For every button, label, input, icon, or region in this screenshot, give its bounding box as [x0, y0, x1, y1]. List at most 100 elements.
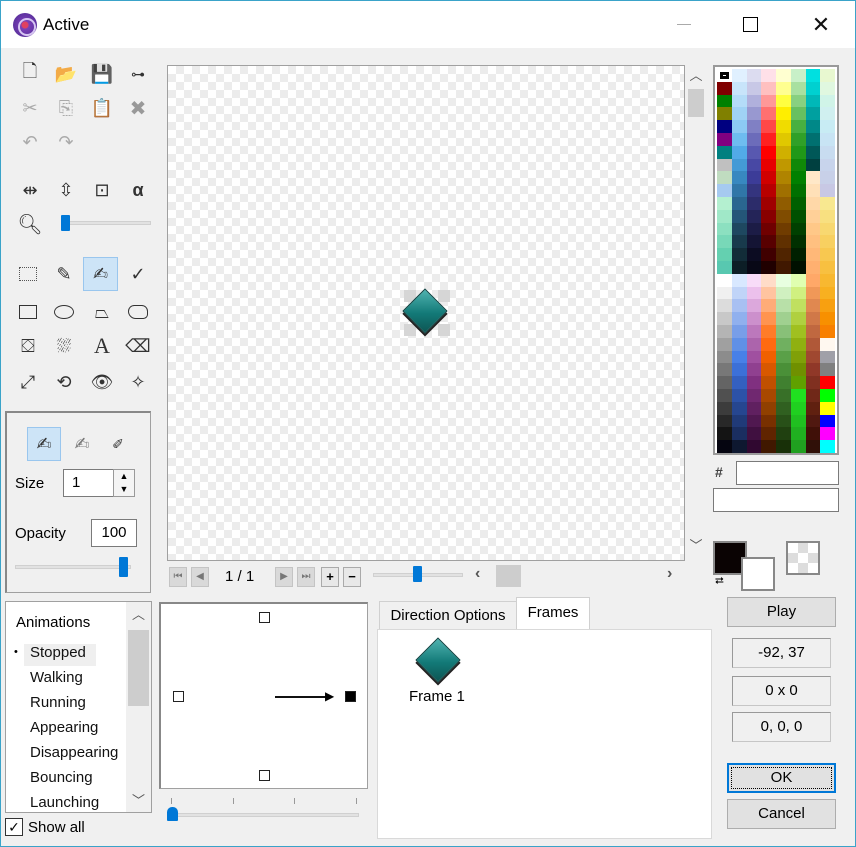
palette-swatch[interactable]: [776, 235, 791, 249]
palette-swatch[interactable]: [761, 196, 776, 210]
animation-item-appearing[interactable]: Appearing: [30, 719, 98, 736]
palette-swatch[interactable]: [776, 158, 791, 172]
palette-swatch[interactable]: [731, 235, 747, 249]
palette-swatch[interactable]: [790, 132, 806, 146]
scroll-up-icon[interactable]: ︿: [126, 604, 151, 623]
scroll-down-icon[interactable]: ﹀: [685, 537, 707, 555]
palette-swatch[interactable]: [805, 440, 821, 453]
palette-swatch[interactable]: [820, 440, 835, 453]
opacity-input[interactable]: 100: [91, 519, 137, 547]
palette-swatch[interactable]: [805, 299, 821, 313]
play-button[interactable]: Play: [727, 597, 836, 627]
opacity-slider-thumb[interactable]: [119, 557, 128, 577]
palette-swatch[interactable]: [820, 132, 835, 146]
palette-swatch[interactable]: [761, 235, 776, 249]
palette-swatch[interactable]: [731, 171, 747, 185]
palette-swatch[interactable]: [731, 299, 747, 313]
spin-down-icon[interactable]: ▼: [114, 483, 134, 496]
palette-swatch[interactable]: [731, 120, 747, 133]
palette-swatch[interactable]: [820, 235, 835, 249]
palette-swatch[interactable]: [761, 401, 776, 415]
palette-swatch[interactable]: [731, 376, 747, 389]
tab-direction-options[interactable]: Direction Options: [379, 601, 517, 629]
palette-swatch[interactable]: [731, 94, 747, 108]
palette-swatch[interactable]: [731, 196, 747, 210]
new-file-button[interactable]: 🗋: [15, 59, 45, 89]
flip-vertical-button[interactable]: ⇳: [51, 175, 81, 205]
palette-swatch[interactable]: [790, 107, 806, 121]
palette-swatch[interactable]: [746, 145, 762, 159]
palette-swatch[interactable]: [717, 184, 732, 197]
swap-colors-icon[interactable]: ⮂: [715, 575, 724, 588]
palette-swatch[interactable]: [761, 299, 776, 313]
palette-swatch[interactable]: [790, 69, 806, 82]
palette-swatch[interactable]: [820, 248, 835, 261]
palette-swatch[interactable]: [776, 388, 791, 402]
ok-button[interactable]: OK: [727, 763, 836, 793]
palette-swatch[interactable]: [761, 222, 776, 236]
palette-swatch[interactable]: [717, 286, 732, 300]
palette-swatch[interactable]: [805, 209, 821, 223]
palette-swatch[interactable]: [746, 222, 762, 236]
eraser-tool[interactable]: ⌫: [123, 331, 153, 361]
palette-swatch[interactable]: [820, 299, 835, 313]
palette-swatch[interactable]: [746, 427, 762, 441]
palette-swatch[interactable]: [731, 132, 747, 146]
palette-swatch[interactable]: [790, 196, 806, 210]
palette-swatch[interactable]: [790, 414, 806, 428]
palette-swatch[interactable]: [717, 388, 732, 402]
palette-swatch[interactable]: [790, 145, 806, 159]
animations-scrollbar[interactable]: ︿ ﹀: [126, 602, 151, 812]
palette-swatch[interactable]: [805, 107, 821, 121]
palette-swatch[interactable]: [820, 324, 835, 338]
palette-swatch[interactable]: [717, 69, 732, 82]
remove-frame-button[interactable]: −: [343, 567, 361, 587]
size-spinner[interactable]: ▲ ▼: [113, 469, 135, 497]
color-palette[interactable]: [713, 65, 839, 455]
palette-swatch[interactable]: [805, 235, 821, 249]
palette-swatch[interactable]: [820, 337, 835, 351]
palette-swatch[interactable]: [717, 350, 732, 364]
palette-swatch[interactable]: [717, 81, 732, 95]
polygon-tool[interactable]: ⏢: [87, 297, 117, 327]
zoom-slider[interactable]: [61, 221, 151, 225]
palette-swatch[interactable]: [790, 184, 806, 197]
palette-swatch[interactable]: [731, 388, 747, 402]
palette-swatch[interactable]: [790, 350, 806, 364]
scroll-left-icon[interactable]: ‹: [475, 565, 480, 583]
bone-button[interactable]: ⊶: [123, 59, 153, 89]
palette-swatch[interactable]: [820, 222, 835, 236]
palette-swatch[interactable]: [790, 337, 806, 351]
palette-swatch[interactable]: [805, 414, 821, 428]
palette-swatch[interactable]: [805, 324, 821, 338]
palette-swatch[interactable]: [761, 350, 776, 364]
direction-down-handle[interactable]: [259, 770, 270, 781]
brush-mode-dotted[interactable]: ✍: [67, 429, 97, 459]
palette-swatch[interactable]: [761, 388, 776, 402]
view-tool[interactable]: 👁: [87, 367, 117, 397]
palette-swatch[interactable]: [761, 81, 776, 95]
palette-swatch[interactable]: [790, 209, 806, 223]
palette-swatch[interactable]: [717, 145, 732, 159]
palette-swatch[interactable]: [717, 222, 732, 236]
add-frame-button[interactable]: +: [321, 567, 339, 587]
transparent-color-button[interactable]: [786, 541, 820, 575]
palette-swatch[interactable]: [820, 120, 835, 133]
opacity-slider[interactable]: [15, 565, 131, 569]
palette-swatch[interactable]: [746, 312, 762, 325]
first-frame-button[interactable]: ⏮: [169, 567, 187, 587]
redo-button[interactable]: ↷: [51, 127, 81, 157]
palette-swatch[interactable]: [805, 388, 821, 402]
hotspot-resize-tool[interactable]: ⤢: [13, 367, 43, 397]
palette-swatch[interactable]: [717, 107, 732, 121]
copy-button[interactable]: ⎘: [51, 93, 81, 123]
palette-swatch[interactable]: [717, 235, 732, 249]
palette-swatch[interactable]: [776, 196, 791, 210]
palette-swatch[interactable]: [761, 120, 776, 133]
palette-swatch[interactable]: [776, 363, 791, 377]
animations-list[interactable]: Animations • Stopped Walking Running Appear…: [5, 601, 152, 813]
palette-swatch[interactable]: [776, 184, 791, 197]
palette-swatch[interactable]: [717, 299, 732, 313]
cut-button[interactable]: ✂: [15, 93, 45, 123]
palette-swatch[interactable]: [776, 145, 791, 159]
